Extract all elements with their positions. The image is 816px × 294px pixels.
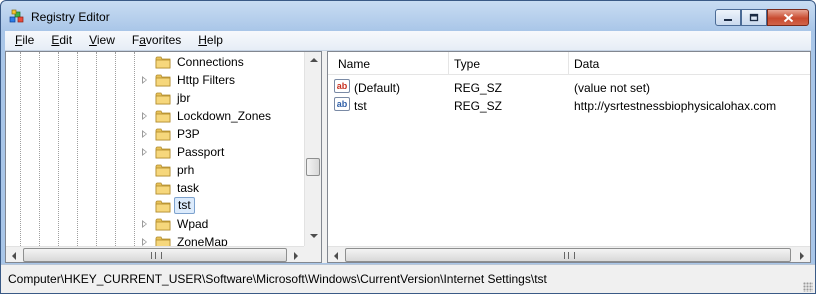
expand-arrow-icon[interactable] [142, 76, 147, 84]
list-row[interactable]: ab (Default) REG_SZ (value not set) [328, 78, 810, 96]
minimize-button[interactable] [715, 9, 741, 26]
folder-icon [155, 109, 171, 123]
expand-arrow-icon[interactable] [142, 148, 147, 156]
tree-hscroll-thumb[interactable] [23, 248, 287, 262]
tree-item[interactable]: Http Filters [6, 71, 304, 89]
tree-vscroll-thumb[interactable] [306, 158, 320, 176]
folder-icon [155, 199, 171, 213]
list-header: Name Type Data [328, 52, 810, 75]
tree-item-label: Passport [177, 145, 225, 159]
folder-icon [155, 73, 171, 87]
menu-view[interactable]: View [79, 31, 122, 50]
key-tree-pane[interactable]: Connections Http Filters jbr Lockdown_Zones… [5, 51, 322, 263]
tree-item-label: prh [177, 163, 195, 177]
tree-horizontal-scrollbar[interactable] [6, 246, 304, 262]
tree-item-label: tst [174, 197, 195, 214]
tree-item-label: Wpad [177, 217, 209, 231]
key-path: Computer\HKEY_CURRENT_USER\Software\Micr… [8, 272, 547, 286]
menu-edit[interactable]: Edit [41, 31, 79, 50]
folder-icon [155, 163, 171, 177]
folder-icon [155, 145, 171, 159]
folder-icon [155, 127, 171, 141]
close-button[interactable] [767, 9, 809, 26]
list-row[interactable]: ab tst REG_SZ http://ysrtestnessbiophysi… [328, 96, 810, 114]
values-list-pane[interactable]: Name Type Data ab (Default) REG_SZ (valu… [327, 51, 811, 263]
registry-editor-icon [9, 9, 24, 23]
tree-item[interactable]: Connections [6, 53, 304, 71]
tree-item[interactable]: tst [6, 197, 304, 215]
folder-icon [155, 91, 171, 105]
tree-item-label: Lockdown_Zones [177, 109, 272, 123]
scroll-up-arrow-icon[interactable] [310, 58, 318, 62]
scroll-right-arrow-icon[interactable] [800, 252, 804, 260]
tree-item-label: task [177, 181, 200, 195]
tree-item-label: P3P [177, 127, 200, 141]
tree-item[interactable]: Lockdown_Zones [6, 107, 304, 125]
maximize-button[interactable] [741, 9, 767, 26]
folder-icon [155, 55, 171, 69]
tree-item[interactable]: jbr [6, 89, 304, 107]
expand-arrow-icon[interactable] [142, 220, 147, 228]
menu-file[interactable]: File [5, 31, 41, 50]
string-value-icon: ab [334, 79, 350, 93]
status-bar: Computer\HKEY_CURRENT_USER\Software\Micr… [1, 264, 815, 293]
registry-editor-window: Registry Editor File Edit View Favorites… [0, 0, 816, 294]
list-horizontal-scrollbar[interactable] [328, 246, 810, 262]
column-header-type[interactable]: Type [454, 57, 480, 71]
menu-bar: File Edit View Favorites Help [5, 31, 811, 51]
tree-item[interactable]: task [6, 179, 304, 197]
scroll-down-arrow-icon[interactable] [310, 234, 318, 238]
tree-item-label: Connections [177, 55, 244, 69]
tree-item-label: Http Filters [177, 73, 236, 87]
string-value-icon: ab [334, 97, 350, 111]
scroll-left-arrow-icon[interactable] [12, 252, 16, 260]
tree-item[interactable]: prh [6, 161, 304, 179]
list-hscroll-thumb[interactable] [345, 248, 791, 262]
folder-icon [155, 217, 171, 231]
column-header-name[interactable]: Name [338, 57, 370, 71]
tree-item[interactable]: Passport [6, 143, 304, 161]
menu-favorites[interactable]: Favorites [122, 31, 188, 50]
expand-arrow-icon[interactable] [142, 130, 147, 138]
maximize-icon [749, 13, 759, 22]
tree-item-label: jbr [177, 91, 191, 105]
tree-item[interactable]: Wpad [6, 215, 304, 233]
close-icon [783, 13, 793, 22]
scroll-right-arrow-icon[interactable] [294, 252, 298, 260]
menu-help[interactable]: Help [188, 31, 230, 50]
tree-vertical-scrollbar[interactable] [304, 52, 321, 246]
tree-item[interactable]: P3P [6, 125, 304, 143]
expand-arrow-icon[interactable] [142, 238, 147, 246]
folder-icon [155, 181, 171, 195]
column-header-data[interactable]: Data [574, 57, 599, 71]
title-bar[interactable]: Registry Editor [1, 1, 815, 31]
resize-grip-icon[interactable] [803, 282, 813, 292]
expand-arrow-icon[interactable] [142, 112, 147, 120]
window-title: Registry Editor [31, 10, 110, 24]
minimize-icon [724, 18, 732, 21]
scroll-left-arrow-icon[interactable] [334, 252, 338, 260]
